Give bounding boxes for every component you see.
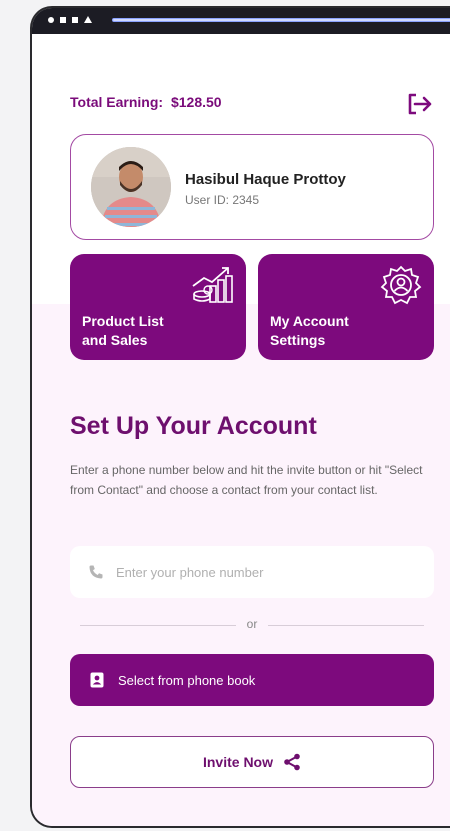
phone-number-input[interactable]	[116, 564, 416, 580]
avatar	[91, 147, 171, 227]
tile-product-list-label: Product List and Sales	[82, 313, 164, 348]
tile-account-settings[interactable]: My Account Settings	[258, 254, 434, 360]
divider-line	[268, 625, 424, 626]
sales-chart-icon	[192, 267, 233, 303]
or-text: or	[246, 617, 258, 631]
setup-description: Enter a phone number below and hit the i…	[70, 463, 423, 497]
or-divider: or	[80, 616, 424, 634]
progress-bar	[112, 18, 450, 22]
tile-account-settings-label: My Account Settings	[270, 313, 349, 348]
share-icon	[284, 753, 300, 771]
phone-number-field[interactable]	[70, 546, 434, 598]
invite-button-label: Invite Now	[202, 754, 273, 770]
avatar-photo	[91, 147, 171, 227]
contact-book-icon	[90, 672, 104, 688]
earning-amount: $128.50	[170, 94, 222, 110]
profile-name: Hasibul Haque Prottoy	[185, 171, 346, 188]
profile-card[interactable]: Hasibul Haque Prottoy User ID: 2345	[70, 134, 434, 240]
select-from-phone-book-button[interactable]: Select from phone book	[70, 654, 434, 706]
phone-icon	[89, 565, 103, 579]
setup-title: Set Up Your Account	[70, 412, 317, 440]
logout-icon[interactable]	[406, 92, 434, 116]
divider-line	[80, 625, 236, 626]
tile-product-list[interactable]: Product List and Sales	[70, 254, 246, 360]
status-icons	[48, 16, 92, 23]
invite-now-button[interactable]: Invite Now	[70, 736, 434, 788]
profile-user-id: User ID: 2345	[185, 193, 260, 207]
status-bar	[32, 8, 450, 34]
status-triangle-icon	[84, 16, 92, 23]
account-settings-icon	[380, 265, 422, 305]
earning-label: Total Earning:	[70, 94, 164, 110]
phone-book-button-label: Select from phone book	[118, 672, 256, 688]
phone-frame: Total Earning: $128.50 Hasibul Haque Pro…	[30, 6, 450, 828]
total-earning: Total Earning: $128.50	[70, 94, 222, 110]
status-square-icon	[72, 16, 78, 23]
status-dot-icon	[48, 16, 54, 23]
status-square-icon	[60, 16, 66, 23]
